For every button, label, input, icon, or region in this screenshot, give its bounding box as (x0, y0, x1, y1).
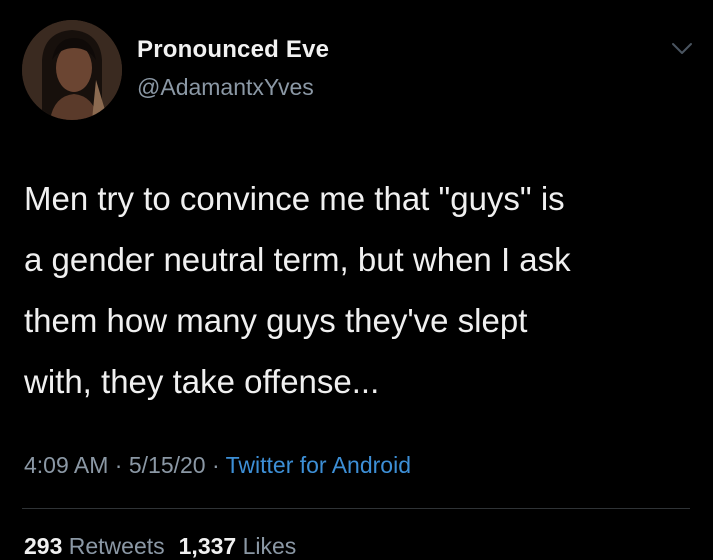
display-name[interactable]: Pronounced Eve (137, 36, 329, 64)
avatar-image (22, 20, 122, 120)
tweet-card: Pronounced Eve @AdamantxYves Men try to … (0, 0, 713, 559)
user-handle[interactable]: @AdamantxYves (137, 74, 314, 101)
divider (22, 508, 690, 509)
avatar[interactable] (22, 20, 122, 120)
retweets-count: 293 (24, 533, 63, 559)
chevron-down-icon[interactable] (670, 40, 694, 58)
tweet-stats: 293 Retweets 1,337 Likes (24, 533, 296, 560)
tweet-text: Men try to convince me that "guys" is a … (24, 180, 571, 400)
meta-separator: · (108, 452, 129, 478)
likes-stat[interactable]: 1,337 Likes (179, 533, 297, 559)
tweet-time[interactable]: 4:09 AM (24, 452, 108, 478)
likes-label: Likes (236, 533, 297, 559)
tweet-meta: 4:09 AM · 5/15/20 · Twitter for Android (24, 452, 411, 479)
likes-count: 1,337 (178, 533, 237, 559)
tweet-date[interactable]: 5/15/20 (129, 452, 206, 478)
retweets-stat[interactable]: 293 Retweets (24, 533, 165, 559)
meta-separator: · (205, 452, 226, 478)
tweet-source-link[interactable]: Twitter for Android (226, 452, 411, 478)
retweets-label: Retweets (62, 533, 165, 559)
